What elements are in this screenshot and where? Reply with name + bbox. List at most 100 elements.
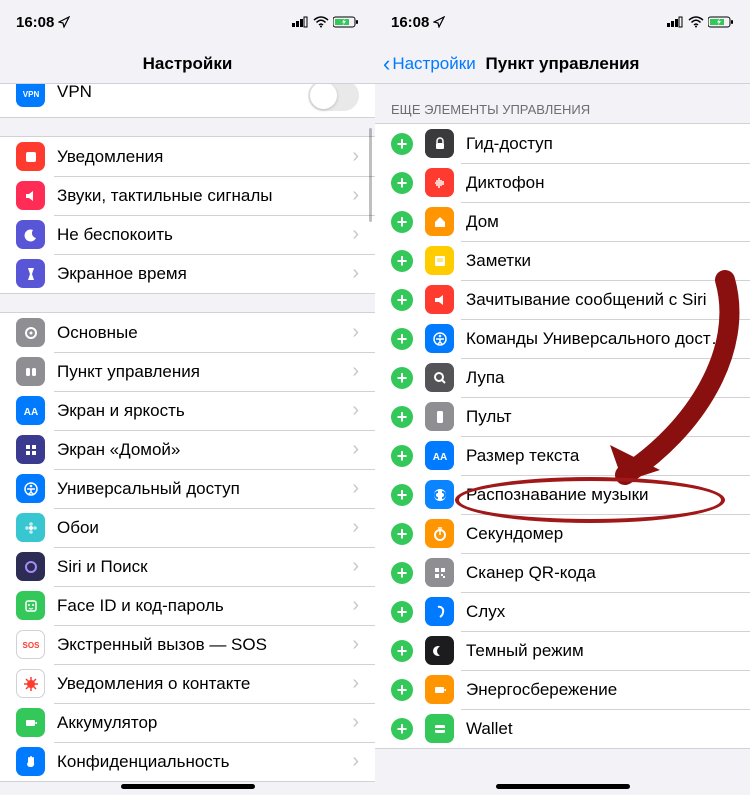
row-label: Энергосбережение <box>466 680 734 700</box>
control-row[interactable]: +Гид-доступ <box>375 124 750 163</box>
add-button[interactable]: + <box>391 211 413 233</box>
settings-row[interactable]: Пункт управления› <box>0 352 375 391</box>
row-vpn[interactable]: VPN VPN <box>0 84 375 118</box>
control-row[interactable]: + Зачитывание сообщений с Siri <box>375 280 750 319</box>
stop-icon <box>425 519 454 548</box>
add-button[interactable]: + <box>391 250 413 272</box>
siri-icon <box>16 552 45 581</box>
control-row[interactable]: + Темный режим <box>375 631 750 670</box>
ear-icon <box>425 597 454 626</box>
row-label: Уведомления о контакте <box>57 674 352 694</box>
chevron-right-icon: › <box>352 145 359 168</box>
chevron-right-icon: › <box>352 750 359 773</box>
settings-row[interactable]: Основные› <box>0 313 375 352</box>
chevron-right-icon: › <box>352 438 359 461</box>
dark-icon <box>425 636 454 665</box>
settings-row[interactable]: Экран «Домой»› <box>0 430 375 469</box>
row-label: Уведомления <box>57 147 352 167</box>
status-time: 16:08 <box>391 14 429 31</box>
add-button[interactable]: + <box>391 562 413 584</box>
row-label: Слух <box>466 602 734 622</box>
row-label: Размер текста <box>466 446 734 466</box>
settings-row[interactable]: Звуки, тактильные сигналы› <box>0 176 375 215</box>
row-label: Темный режим <box>466 641 734 661</box>
control-row[interactable]: +Wallet <box>375 709 750 748</box>
chevron-right-icon: › <box>352 321 359 344</box>
row-label: Аккумулятор <box>57 713 352 733</box>
add-button[interactable]: + <box>391 289 413 311</box>
row-label: Звуки, тактильные сигналы <box>57 186 352 206</box>
add-button[interactable]: + <box>391 523 413 545</box>
svg-text:VPN: VPN <box>23 90 39 99</box>
control-row[interactable]: + Энергосбережение <box>375 670 750 709</box>
control-row[interactable]: +Команды Универсального доступа <box>375 319 750 358</box>
control-row[interactable]: + AA Размер текста <box>375 436 750 475</box>
moon-icon <box>16 220 45 249</box>
chevron-right-icon: › <box>352 711 359 734</box>
row-label: Пункт управления <box>57 362 352 382</box>
control-row[interactable]: + Лупа <box>375 358 750 397</box>
control-row[interactable]: +Распознавание музыки <box>375 475 750 514</box>
add-button[interactable]: + <box>391 328 413 350</box>
control-row[interactable]: +Заметки <box>375 241 750 280</box>
row-label: Диктофон <box>466 173 734 193</box>
row-label: Основные <box>57 323 352 343</box>
add-button[interactable]: + <box>391 406 413 428</box>
chevron-right-icon: › <box>352 672 359 695</box>
row-label: Конфиденциальность <box>57 752 352 772</box>
add-button[interactable]: + <box>391 718 413 740</box>
section-header: ЕЩЕ ЭЛЕМЕНТЫ УПРАВЛЕНИЯ <box>375 84 750 123</box>
row-label: Экстренный вызов — SOS <box>57 635 352 655</box>
wifi-icon <box>688 16 704 28</box>
add-button[interactable]: + <box>391 601 413 623</box>
flower-icon <box>16 513 45 542</box>
chevron-right-icon: › <box>352 594 359 617</box>
svg-text:AA: AA <box>432 452 446 463</box>
row-label: Зачитывание сообщений с Siri <box>466 290 734 310</box>
control-row[interactable]: + Слух <box>375 592 750 631</box>
control-row[interactable]: +Дом <box>375 202 750 241</box>
lowbatt-icon <box>425 675 454 704</box>
add-button[interactable]: + <box>391 484 413 506</box>
status-bar: 16:08 <box>0 0 375 44</box>
add-button[interactable]: + <box>391 367 413 389</box>
settings-row[interactable]: Обои› <box>0 508 375 547</box>
control-row[interactable]: +Секундомер <box>375 514 750 553</box>
add-button[interactable]: + <box>391 133 413 155</box>
mag-icon <box>425 363 454 392</box>
add-button[interactable]: + <box>391 640 413 662</box>
settings-row[interactable]: Конфиденциальность› <box>0 742 375 781</box>
control-row[interactable]: + Пульт <box>375 397 750 436</box>
settings-row[interactable]: Аккумулятор› <box>0 703 375 742</box>
settings-row[interactable]: Экранное время› <box>0 254 375 293</box>
control-row[interactable]: + Сканер QR-кода <box>375 553 750 592</box>
battery-icon <box>333 16 359 28</box>
row-label: Сканер QR-кода <box>466 563 734 583</box>
settings-row[interactable]: Универсальный доступ› <box>0 469 375 508</box>
remote-icon <box>425 402 454 431</box>
settings-row[interactable]: Face ID и код-пароль› <box>0 586 375 625</box>
settings-row[interactable]: Не беспокоить› <box>0 215 375 254</box>
home-indicator <box>121 784 255 789</box>
settings-row[interactable]: Уведомления о контакте› <box>0 664 375 703</box>
face-icon <box>16 591 45 620</box>
grid-icon <box>16 435 45 464</box>
back-button[interactable]: ‹ Настройки <box>383 53 476 75</box>
control-row[interactable]: + Диктофон <box>375 163 750 202</box>
hour-icon <box>16 259 45 288</box>
add-button[interactable]: + <box>391 679 413 701</box>
settings-row[interactable]: Уведомления› <box>0 137 375 176</box>
row-label: Лупа <box>466 368 734 388</box>
cc-icon <box>16 357 45 386</box>
ann-icon <box>425 285 454 314</box>
vpn-switch[interactable] <box>308 84 359 111</box>
add-button[interactable]: + <box>391 445 413 467</box>
settings-row[interactable]: AAЭкран и яркость› <box>0 391 375 430</box>
add-button[interactable]: + <box>391 172 413 194</box>
settings-row[interactable]: SOSЭкстренный вызов — SOS› <box>0 625 375 664</box>
chevron-right-icon: › <box>352 184 359 207</box>
settings-row[interactable]: Siri и Поиск› <box>0 547 375 586</box>
row-label: Пульт <box>466 407 734 427</box>
control-center-screen: 16:08 ‹ Настройки Пункт управления ЕЩЕ Э… <box>375 0 750 795</box>
hand-icon <box>16 747 45 776</box>
